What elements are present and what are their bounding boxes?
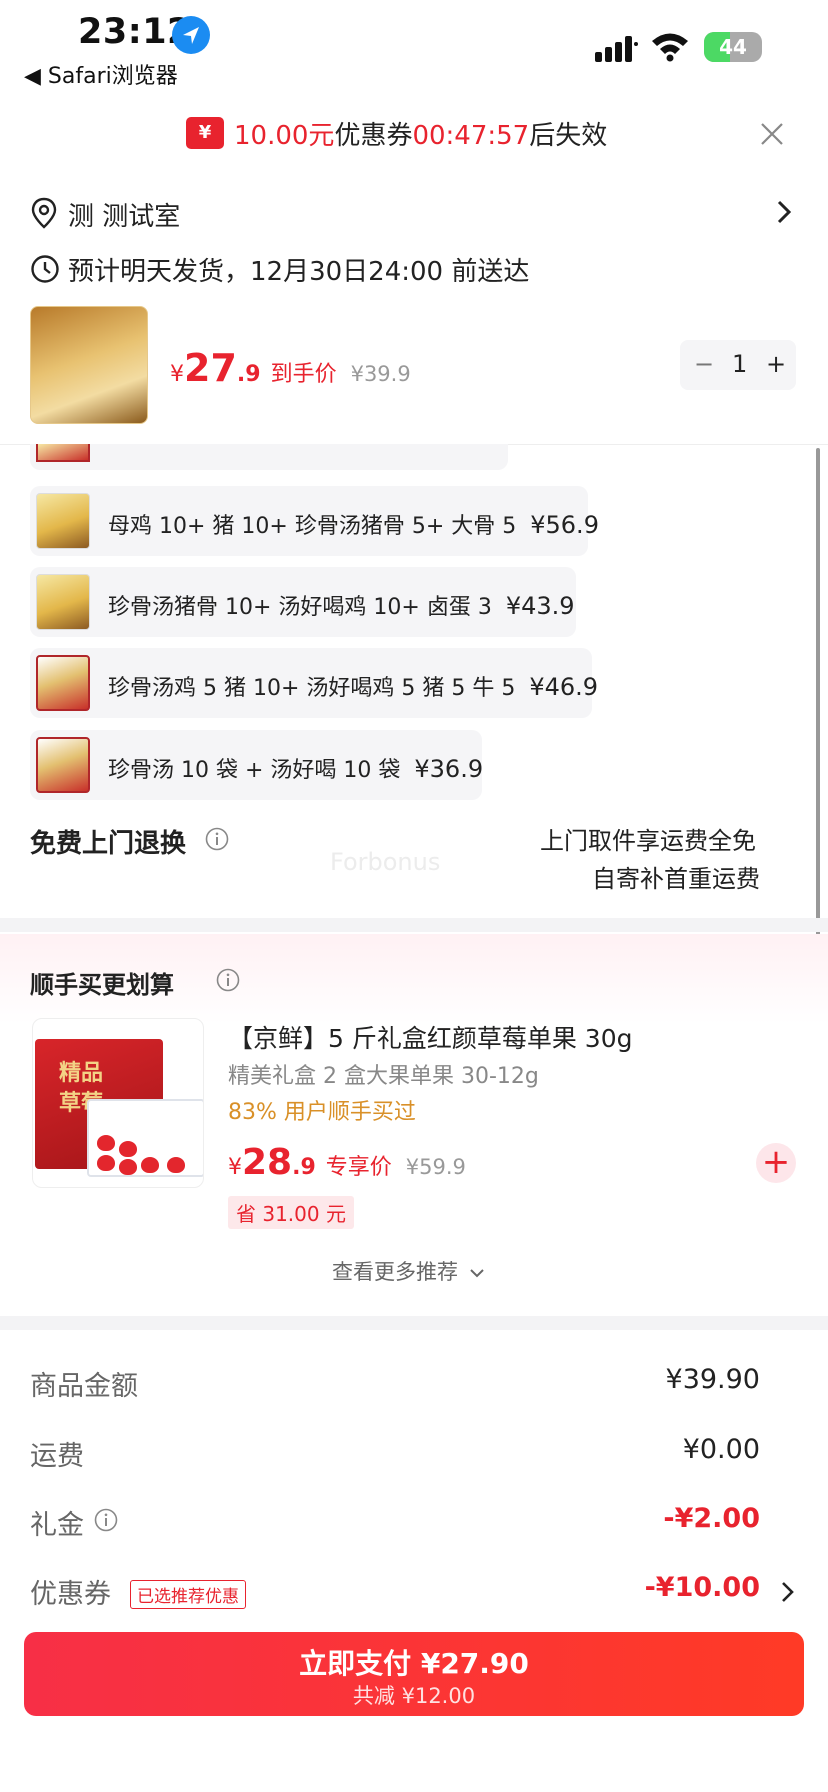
- coupon-icon: ¥: [186, 117, 224, 149]
- delivery-address[interactable]: 测 测试室: [68, 196, 180, 233]
- variant-chip[interactable]: 珍骨汤 10 袋 + 汤好喝 10 袋 ¥36.9: [30, 730, 484, 800]
- more-recommendations-label: 查看更多推荐: [332, 1260, 458, 1284]
- variant-label: 母鸡 10+ 猪 10+ 珍骨汤猪骨 5+ 大骨 5: [108, 514, 517, 539]
- chevron-down-icon: [469, 1269, 484, 1278]
- back-to-safari-link[interactable]: ◀ Safari浏览器: [24, 58, 178, 90]
- chevron-right-icon[interactable]: [780, 1579, 796, 1605]
- free-return-title: 免费上门退换: [30, 829, 187, 859]
- pay-now-label: 立即支付 ¥27.90: [299, 1647, 529, 1680]
- coupon-label: 优惠券: [334, 121, 413, 151]
- variant-price: ¥43.9: [505, 592, 575, 620]
- cellular-signal-icon: [594, 34, 640, 64]
- info-icon[interactable]: [205, 827, 229, 851]
- original-price: ¥59.9: [405, 1155, 466, 1179]
- recommended-product-price: ¥28.9 专享价 ¥59.9: [228, 1142, 466, 1183]
- save-amount-badge: 省 31.00 元: [228, 1196, 354, 1229]
- add-to-order-button[interactable]: +: [756, 1143, 796, 1183]
- variant-chip-partial[interactable]: [30, 444, 508, 470]
- product-price: ¥27.9 到手价 ¥39.9: [170, 346, 411, 390]
- coupon-label: 优惠券: [30, 1579, 111, 1610]
- coupon-suffix: 后失效: [529, 121, 608, 151]
- variant-thumbnail: [36, 655, 90, 711]
- price-integer: 27: [184, 346, 237, 390]
- price-currency: ¥: [170, 362, 184, 387]
- coupon-expiry-text: 10.00元优惠券00:47:57后失效: [234, 115, 607, 152]
- variant-thumbnail: [36, 737, 90, 793]
- variant-label: 珍骨汤猪骨 10+ 汤好喝鸡 10+ 卤蛋 3: [108, 595, 492, 620]
- variant-chip[interactable]: 珍骨汤猪骨 10+ 汤好喝鸡 10+ 卤蛋 3 ¥43.9: [30, 567, 576, 637]
- original-price: ¥39.9: [350, 362, 411, 386]
- pay-now-savings: 共减 ¥12.00: [352, 1684, 476, 1708]
- shipping-value: ¥0.00: [682, 1434, 760, 1465]
- close-icon[interactable]: [758, 120, 786, 148]
- recommended-product-name[interactable]: 【京鲜】5 斤礼盒红颜草莓单果 30g: [228, 1019, 632, 1055]
- coupon-value[interactable]: -¥10.00: [645, 1572, 760, 1603]
- delivery-estimate: 预计明天发货，12月30日24:00 前送达: [68, 257, 530, 287]
- chevron-right-icon[interactable]: [774, 198, 794, 226]
- variant-label: 珍骨汤鸡 5 猪 10+ 汤好喝鸡 5 猪 5 牛 5: [108, 676, 516, 701]
- product-thumbnail[interactable]: [30, 306, 148, 424]
- recommended-product-subtitle: 精美礼盒 2 盒大果单果 30-12g: [228, 1064, 539, 1089]
- variant-price: ¥36.9: [414, 755, 484, 783]
- variant-thumbnail: [36, 574, 90, 630]
- quantity-stepper: − 1 +: [680, 340, 796, 390]
- more-recommendations-link[interactable]: 查看更多推荐: [332, 1256, 485, 1286]
- price-integer: 28: [242, 1142, 293, 1183]
- battery-level: 44: [719, 35, 747, 59]
- goods-amount-value: ¥39.90: [665, 1364, 760, 1395]
- increment-button[interactable]: +: [766, 350, 786, 378]
- price-decimal: .9: [292, 1155, 316, 1180]
- goods-amount-label: 商品金额: [30, 1371, 138, 1402]
- section-gap: [0, 1316, 828, 1330]
- location-pin-icon: [30, 197, 58, 229]
- recommendation-title: 顺手买更划算: [30, 971, 174, 999]
- gift-money-value: -¥2.00: [663, 1503, 760, 1534]
- shipping-label: 运费: [30, 1441, 84, 1472]
- coupon-countdown: 00:47:57: [412, 121, 530, 151]
- recommended-product-buy-rate: 83% 用户顺手买过: [228, 1100, 416, 1125]
- decrement-button[interactable]: −: [694, 350, 714, 378]
- info-icon[interactable]: [94, 1508, 118, 1532]
- free-return-pickup: 上门取件享运费全免: [540, 827, 756, 855]
- variant-price: ¥56.9: [530, 511, 599, 539]
- battery-icon: 44: [704, 32, 762, 62]
- variant-chip[interactable]: 母鸡 10+ 猪 10+ 珍骨汤猪骨 5+ 大骨 5 ¥56.9: [30, 486, 599, 556]
- price-tag: 专享价: [325, 1155, 392, 1180]
- clock-icon: [30, 254, 60, 284]
- price-currency: ¥: [228, 1155, 242, 1180]
- variant-price: ¥46.9: [529, 673, 599, 701]
- variant-chip[interactable]: 珍骨汤鸡 5 猪 10+ 汤好喝鸡 5 猪 5 牛 5 ¥46.9: [30, 648, 598, 718]
- coupon-amount: 10.00元: [234, 121, 335, 151]
- wifi-icon: [650, 30, 690, 62]
- variant-label: 珍骨汤 10 袋 + 汤好喝 10 袋: [108, 758, 401, 783]
- gift-money-label: 礼金: [30, 1510, 84, 1541]
- variant-thumbnail: [36, 493, 90, 549]
- watermark-text: Forbonus: [330, 848, 441, 876]
- quantity-value[interactable]: 1: [732, 350, 747, 378]
- scrollbar[interactable]: [816, 448, 820, 948]
- section-gap: [0, 918, 828, 932]
- free-return-self-send: 自寄补首重运费: [592, 865, 760, 893]
- pay-now-button[interactable]: 立即支付 ¥27.90 共减 ¥12.00: [24, 1632, 804, 1716]
- recommended-product-image[interactable]: 精品草莓: [32, 1018, 204, 1188]
- price-decimal: .9: [236, 362, 261, 387]
- location-arrow-icon: [172, 16, 210, 54]
- price-tag: 到手价: [270, 362, 337, 387]
- info-icon[interactable]: [216, 968, 240, 992]
- recommended-coupon-badge: 已选推荐优惠: [130, 1580, 246, 1609]
